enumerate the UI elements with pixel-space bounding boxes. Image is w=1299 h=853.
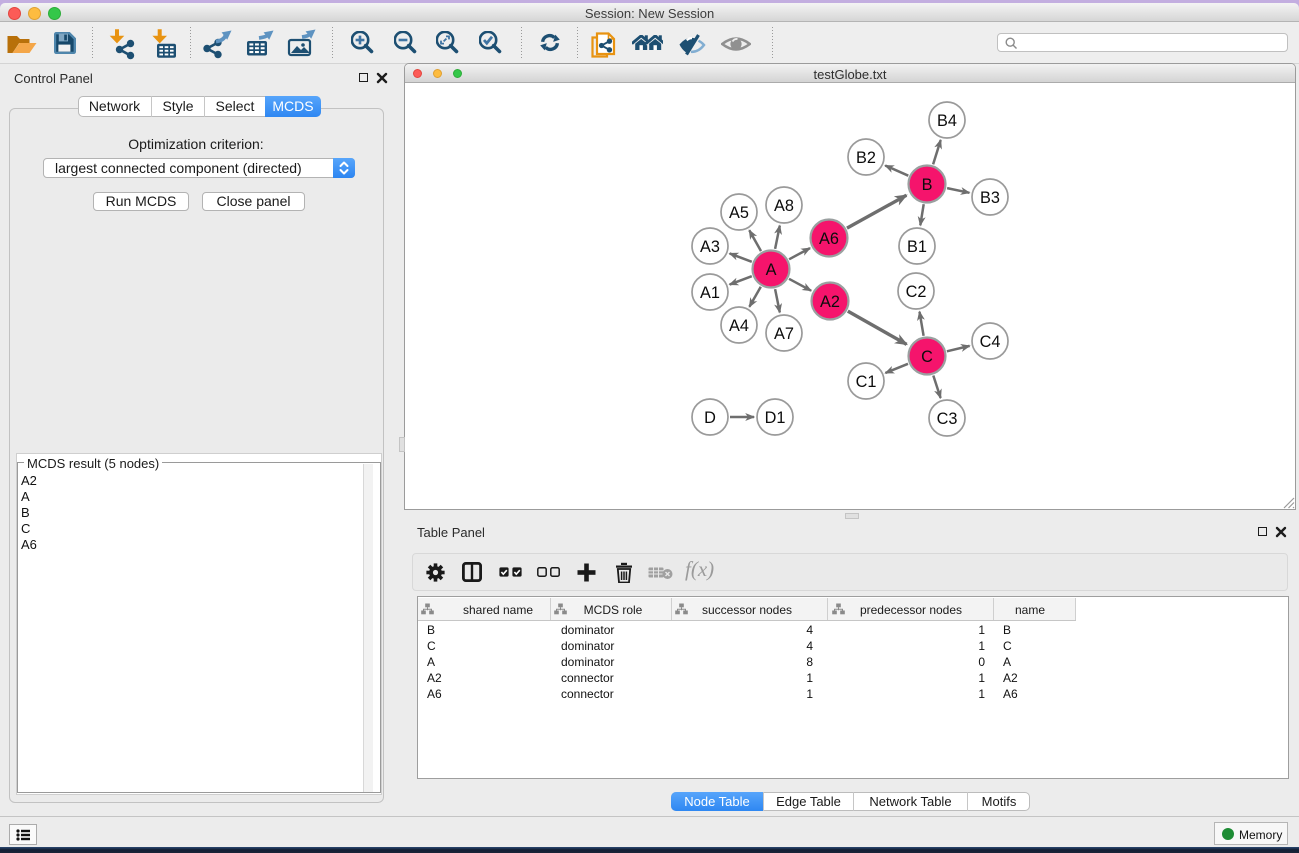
svg-text:B2: B2 — [856, 149, 876, 167]
svg-text:A1: A1 — [700, 284, 720, 302]
svg-text:D1: D1 — [765, 409, 786, 427]
svg-text:A2: A2 — [820, 293, 840, 311]
svg-text:B1: B1 — [907, 238, 927, 256]
svg-text:A7: A7 — [774, 325, 794, 343]
svg-text:A3: A3 — [700, 238, 720, 256]
svg-text:A8: A8 — [774, 197, 794, 215]
svg-text:C4: C4 — [980, 333, 1001, 351]
svg-text:A5: A5 — [729, 204, 749, 222]
svg-text:D: D — [704, 409, 716, 427]
svg-text:A4: A4 — [729, 317, 749, 335]
svg-text:B3: B3 — [980, 189, 1000, 207]
svg-text:A: A — [766, 261, 777, 279]
svg-text:A6: A6 — [819, 230, 839, 248]
svg-text:C: C — [921, 348, 933, 366]
svg-text:B4: B4 — [937, 112, 957, 130]
svg-text:C1: C1 — [856, 373, 877, 391]
svg-text:C3: C3 — [937, 410, 958, 428]
svg-text:C2: C2 — [906, 283, 927, 301]
svg-text:B: B — [922, 176, 933, 194]
